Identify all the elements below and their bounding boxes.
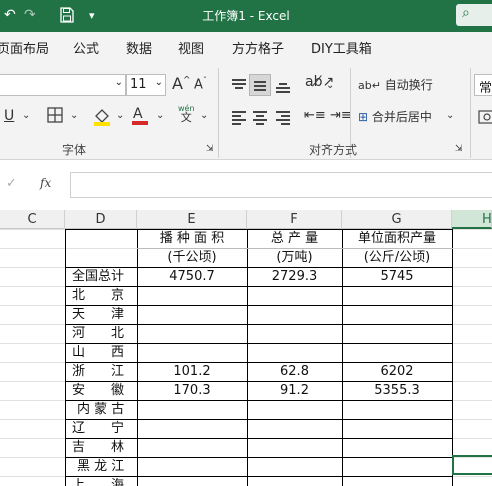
chevron-down-icon[interactable]: ⌄ <box>70 110 78 121</box>
grow-font-button[interactable]: A^ <box>172 74 191 93</box>
number-format-value: 常 <box>479 81 492 96</box>
region-cell[interactable]: 安 徽 <box>72 381 136 400</box>
column-header-e[interactable]: E <box>137 210 247 229</box>
ribbon-separator <box>218 68 219 158</box>
header-total-output[interactable]: 总 产 量 <box>247 229 342 248</box>
ribbon: ⌄ 11 ⌄ A^ Aˇ U ⌄ ⌄ ⌄ A ⌄ wén 文 ⌄ 字体 ⇲ ab… <box>0 62 492 160</box>
search-icon: ⌕ <box>462 5 470 21</box>
tab-formulas[interactable]: 公式 <box>73 38 99 57</box>
chevron-down-icon[interactable]: ⌄ <box>116 110 124 121</box>
align-middle-button[interactable] <box>249 74 271 96</box>
column-header-h[interactable]: H <box>452 210 492 229</box>
region-cell[interactable]: 天 津 <box>72 305 136 324</box>
region-cell[interactable]: 辽 宁 <box>72 419 136 438</box>
tab-data[interactable]: 数据 <box>126 38 152 57</box>
decrease-indent-icon[interactable]: ⇤≡ <box>304 108 326 123</box>
unit-yield-cell[interactable]: 5355.3 <box>342 381 452 400</box>
merge-center-icon: ⊞ <box>358 110 369 124</box>
chevron-down-icon[interactable]: ⌄ <box>22 110 30 121</box>
region-cell[interactable]: 全国总计 <box>72 267 136 286</box>
increase-indent-icon[interactable]: ⇥≡ <box>330 108 352 123</box>
shrink-font-label: A <box>194 77 203 93</box>
borders-icon[interactable] <box>46 106 64 127</box>
worksheet-grid[interactable]: 播 种 面 积 总 产 量 单位面积产量 (千公顷) (万吨) (公斤/公顷) … <box>0 229 492 486</box>
search-box[interactable]: ⌕ <box>456 4 492 26</box>
alignment-dialog-launcher-icon[interactable]: ⇲ <box>455 144 463 154</box>
total-output-cell[interactable]: 62.8 <box>247 362 342 381</box>
region-cell[interactable]: 山 西 <box>72 343 136 362</box>
tab-page-layout[interactable]: 页面布局 <box>0 38 49 57</box>
grow-font-label: A <box>172 74 183 93</box>
tab-fangfang[interactable]: 方方格子 <box>232 38 284 57</box>
ribbon-tabs: 页面布局 公式 数据 视图 方方格子 DIY工具箱 <box>0 32 492 62</box>
font-name-select[interactable]: ⌄ <box>0 74 126 96</box>
column-header-g[interactable]: G <box>342 210 452 229</box>
align-top-button[interactable] <box>228 74 250 96</box>
underline-button[interactable]: U <box>4 108 14 124</box>
font-size-value: 11 <box>130 77 147 92</box>
align-right-button[interactable] <box>272 106 294 128</box>
underline-label: U <box>4 108 15 124</box>
total-output-cell[interactable]: 91.2 <box>247 381 342 400</box>
chevron-down-icon: ⌄ <box>114 77 123 88</box>
column-headers: C D E F G H <box>0 210 492 229</box>
phonetic-guide-button[interactable]: wén 文 <box>178 104 195 123</box>
wrap-text-label: 自动换行 <box>384 78 433 92</box>
header-sown-area[interactable]: 播 种 面 积 <box>137 229 247 248</box>
region-cell[interactable]: 北 京 <box>72 286 136 305</box>
phonetic-bottom: 文 <box>180 111 192 124</box>
chevron-down-icon[interactable]: ⌄ <box>200 110 208 121</box>
region-cell[interactable]: 上 海 <box>72 476 136 486</box>
shrink-font-button[interactable]: Aˇ <box>194 76 207 92</box>
merge-center-button[interactable]: ⊞ 合并后居中 <box>358 108 432 125</box>
formula-input[interactable] <box>70 172 492 198</box>
align-center-button[interactable] <box>249 106 271 128</box>
chevron-down-icon: ⌄ <box>154 77 163 88</box>
chevron-down-icon[interactable]: ⌄ <box>446 110 454 121</box>
font-dialog-launcher-icon[interactable]: ⇲ <box>206 144 214 154</box>
enter-icon[interactable]: ✓ <box>6 176 17 191</box>
active-cell-selection[interactable] <box>452 455 492 475</box>
number-format-select[interactable]: 常 <box>474 74 492 96</box>
ribbon-separator <box>470 68 471 158</box>
align-left-button[interactable] <box>228 106 250 128</box>
unit-total-output[interactable]: (万吨) <box>247 248 342 267</box>
column-header-f[interactable]: F <box>247 210 342 229</box>
unit-yield-cell[interactable]: 5745 <box>342 267 452 286</box>
tab-diy-toolbox[interactable]: DIY工具箱 <box>311 38 372 57</box>
unit-sown-area[interactable]: (千公顷) <box>137 248 247 267</box>
column-header-c[interactable]: C <box>0 210 65 229</box>
currency-format-button[interactable] <box>474 106 492 128</box>
align-bottom-button[interactable] <box>272 74 294 96</box>
wrap-text-icon: ab↵ <box>358 79 381 92</box>
region-cell[interactable]: 内 蒙 古 <box>77 400 137 419</box>
total-output-cell[interactable]: 2729.3 <box>247 267 342 286</box>
sown-area-cell[interactable]: 101.2 <box>137 362 247 381</box>
region-cell[interactable]: 河 北 <box>72 324 136 343</box>
formula-bar: ✓ fx <box>0 168 492 202</box>
tab-view[interactable]: 视图 <box>178 38 204 57</box>
region-cell[interactable]: 黑 龙 江 <box>77 457 137 476</box>
sown-area-cell[interactable]: 4750.7 <box>137 267 247 286</box>
region-cell[interactable]: 浙 江 <box>72 362 136 381</box>
wrap-text-button[interactable]: ab↵ 自动换行 <box>358 76 433 93</box>
header-unit-yield[interactable]: 单位面积产量 <box>342 229 452 248</box>
window-title: 工作簿1 - Excel <box>202 9 290 23</box>
fill-color-icon[interactable] <box>92 106 112 129</box>
alignment-group-label: 对齐方式 <box>309 143 358 157</box>
sown-area-cell[interactable]: 170.3 <box>137 381 247 400</box>
merge-center-label: 合并后居中 <box>371 110 432 124</box>
font-size-select[interactable]: 11 ⌄ <box>126 74 166 96</box>
font-color-icon[interactable]: A <box>130 104 150 129</box>
unit-yield-cell[interactable]: 6202 <box>342 362 452 381</box>
title-bar: ↶ ↷ ▾ 工作簿1 - Excel ⌕ <box>0 0 492 32</box>
region-cell[interactable]: 吉 林 <box>72 438 136 457</box>
chevron-down-icon[interactable]: ⌄ <box>326 80 334 91</box>
insert-function-icon[interactable]: fx <box>40 176 51 190</box>
unit-unit-yield[interactable]: (公斤/公顷) <box>342 248 452 267</box>
svg-text:A: A <box>133 106 143 122</box>
chevron-down-icon[interactable]: ⌄ <box>156 110 164 121</box>
column-header-d[interactable]: D <box>65 210 137 229</box>
font-group-label: 字体 <box>62 143 87 157</box>
